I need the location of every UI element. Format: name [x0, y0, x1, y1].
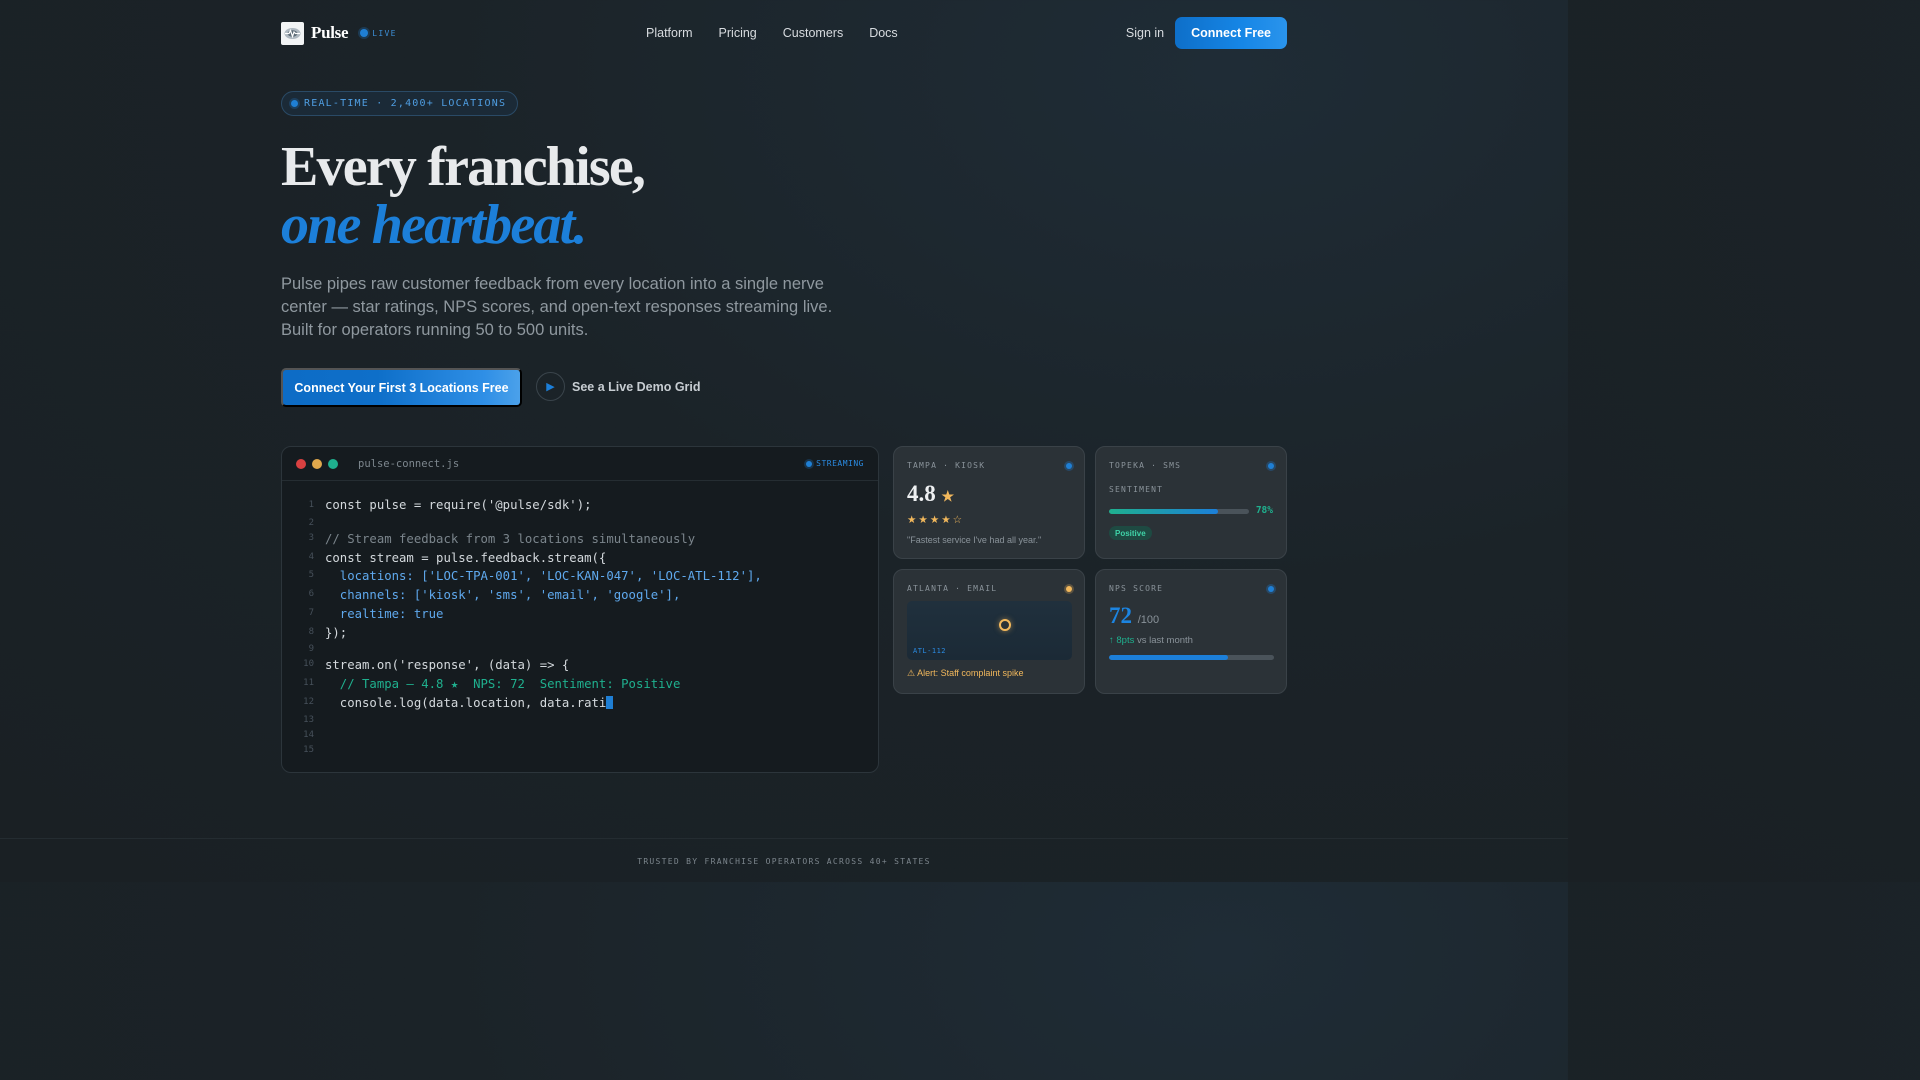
code-line: }); — [325, 626, 348, 640]
brand-name[interactable]: Pulse — [311, 23, 349, 43]
alert-dot-icon — [1066, 586, 1072, 592]
star-rating-icons: ★★★★☆ — [907, 514, 965, 526]
line-number: 10 — [303, 659, 314, 669]
nav-link-docs[interactable]: Docs — [869, 26, 897, 40]
sentiment-percent: 78% — [1255, 505, 1273, 516]
code-line-active: console.log(data.location, data.rati — [325, 696, 614, 710]
headline-line-2: one heartbeat. — [281, 194, 587, 256]
card-label: TAMPA · KIOSK — [907, 461, 986, 470]
line-number: 4 — [308, 552, 314, 562]
feedback-quote: "Fastest service I've had all year." — [907, 535, 1042, 545]
sentiment-bar — [1109, 509, 1249, 514]
connect-free-button[interactable]: Connect Free — [1175, 17, 1287, 49]
code-filename: pulse-connect.js — [358, 457, 460, 470]
nav-links: Platform Pricing Customers Docs — [646, 26, 898, 40]
pill-dot-icon — [291, 100, 298, 107]
map-location-label: ATL-112 — [913, 647, 947, 655]
live-demo-label: See a Live Demo Grid — [572, 379, 701, 394]
line-number: 14 — [303, 730, 314, 740]
realtime-pill: REAL-TIME · 2,400+ LOCATIONS — [281, 91, 519, 116]
code-line: channels: ['kiosk', 'sms', 'email', 'goo… — [325, 588, 681, 602]
sentiment-bar-fill — [1109, 509, 1219, 514]
nps-delta-suffix: vs last month — [1134, 635, 1193, 646]
line-number: 12 — [303, 697, 314, 707]
nps-bar — [1109, 655, 1274, 660]
line-number: 15 — [303, 745, 314, 755]
card-label: ATLANTA · EMAIL — [907, 584, 998, 593]
code-line: // Tampa — 4.8 ★ NPS: 72 Sentiment: Posi… — [325, 677, 681, 691]
live-demo-link[interactable]: ▶ See a Live Demo Grid — [536, 372, 701, 401]
code-line: stream.on('response', (data) => { — [325, 658, 570, 672]
alert-message: ⚠ Alert: Staff complaint spike — [907, 668, 1024, 678]
streaming-indicator: STREAMING — [806, 459, 864, 468]
line-number: 3 — [308, 533, 314, 543]
nav-link-customers[interactable]: Customers — [783, 26, 843, 40]
top-nav: Pulse LIVE Platform Pricing Customers Do… — [281, 17, 1287, 49]
nps-bar-fill — [1109, 655, 1228, 660]
sentiment-label: SENTIMENT — [1109, 485, 1164, 494]
hero-subhead: Pulse pipes raw customer feedback from e… — [281, 275, 833, 339]
line-number: 6 — [308, 589, 314, 599]
nps-score-card[interactable]: NPS SCORE 72 /100 ↑ 8pts vs last month — [1095, 569, 1287, 694]
live-dot-icon — [360, 29, 369, 37]
nav-actions: Sign in Connect Free — [1126, 17, 1287, 49]
window-minimize-icon[interactable] — [312, 458, 322, 469]
line-number: 9 — [308, 644, 314, 654]
line-number: 1 — [308, 500, 314, 510]
line-number: 11 — [303, 678, 314, 688]
nps-delta: ↑ 8pts vs last month — [1109, 635, 1193, 646]
atlanta-email-card[interactable]: ATLANTA · EMAIL ATL-112 ⚠ Alert: Staff c… — [893, 569, 1085, 694]
location-marker-icon[interactable] — [999, 619, 1011, 631]
code-panel: pulse-connect.js STREAMING 1 const pulse… — [281, 446, 879, 773]
rating-value: 4.8 ★ — [907, 481, 954, 507]
sentiment-badge: Positive — [1109, 526, 1152, 540]
headline-line-1: Every franchise, — [281, 136, 646, 198]
footer-divider — [0, 838, 1568, 839]
trusted-by-text: TRUSTED BY FRANCHISE OPERATORS ACROSS 40… — [637, 857, 931, 866]
topeka-sms-card[interactable]: TOPEKA · SMS SENTIMENT 78% Positive — [1095, 446, 1287, 559]
code-line: realtime: true — [325, 607, 444, 621]
code-line: locations: ['LOC-TPA-001', 'LOC-KAN-047'… — [325, 569, 762, 583]
logo-icon[interactable] — [281, 21, 304, 45]
status-dot-icon — [1268, 586, 1274, 592]
card-label: TOPEKA · SMS — [1109, 461, 1182, 470]
nav-link-platform[interactable]: Platform — [646, 26, 693, 40]
sign-in-link[interactable]: Sign in — [1126, 26, 1164, 40]
location-map[interactable]: ATL-112 — [907, 601, 1072, 660]
code-line: // Stream feedback from 3 locations simu… — [325, 532, 696, 546]
connect-locations-button[interactable]: Connect Your First 3 Locations Free — [281, 368, 522, 407]
live-indicator: LIVE — [360, 29, 396, 38]
nps-delta-value: ↑ 8pts — [1109, 635, 1135, 646]
code-panel-header: pulse-connect.js — [282, 447, 878, 481]
window-close-icon[interactable] — [296, 458, 306, 469]
rating-number: 4.8 — [907, 481, 936, 506]
card-label: NPS SCORE — [1109, 584, 1164, 593]
play-icon[interactable]: ▶ — [536, 372, 565, 401]
line-number: 7 — [308, 608, 314, 618]
line-number: 5 — [308, 570, 314, 580]
window-maximize-icon[interactable] — [328, 458, 338, 469]
nav-link-pricing[interactable]: Pricing — [719, 26, 757, 40]
code-line: const stream = pulse.feedback.stream({ — [325, 551, 607, 565]
code-line: const pulse = require('@pulse/sdk'); — [325, 498, 592, 512]
nps-value: 72 /100 — [1109, 603, 1159, 629]
text-cursor — [606, 696, 614, 709]
line-number: 13 — [303, 715, 314, 725]
line-number: 8 — [308, 627, 314, 637]
star-icon: ★ — [941, 490, 955, 505]
tampa-kiosk-card[interactable]: TAMPA · KIOSK 4.8 ★ ★★★★☆ "Fastest servi… — [893, 446, 1085, 559]
line-number: 2 — [308, 518, 314, 528]
code-line: console.log(data.location, data.rati — [325, 696, 607, 710]
streaming-dot-icon — [806, 460, 813, 467]
nps-out-of: /100 — [1137, 614, 1160, 626]
live-label: LIVE — [372, 28, 397, 38]
pill-label: REAL-TIME · 2,400+ LOCATIONS — [304, 98, 507, 109]
streaming-label: STREAMING — [816, 459, 864, 468]
status-dot-icon — [1066, 463, 1072, 469]
nps-score: 72 — [1109, 603, 1132, 628]
status-dot-icon — [1268, 463, 1274, 469]
